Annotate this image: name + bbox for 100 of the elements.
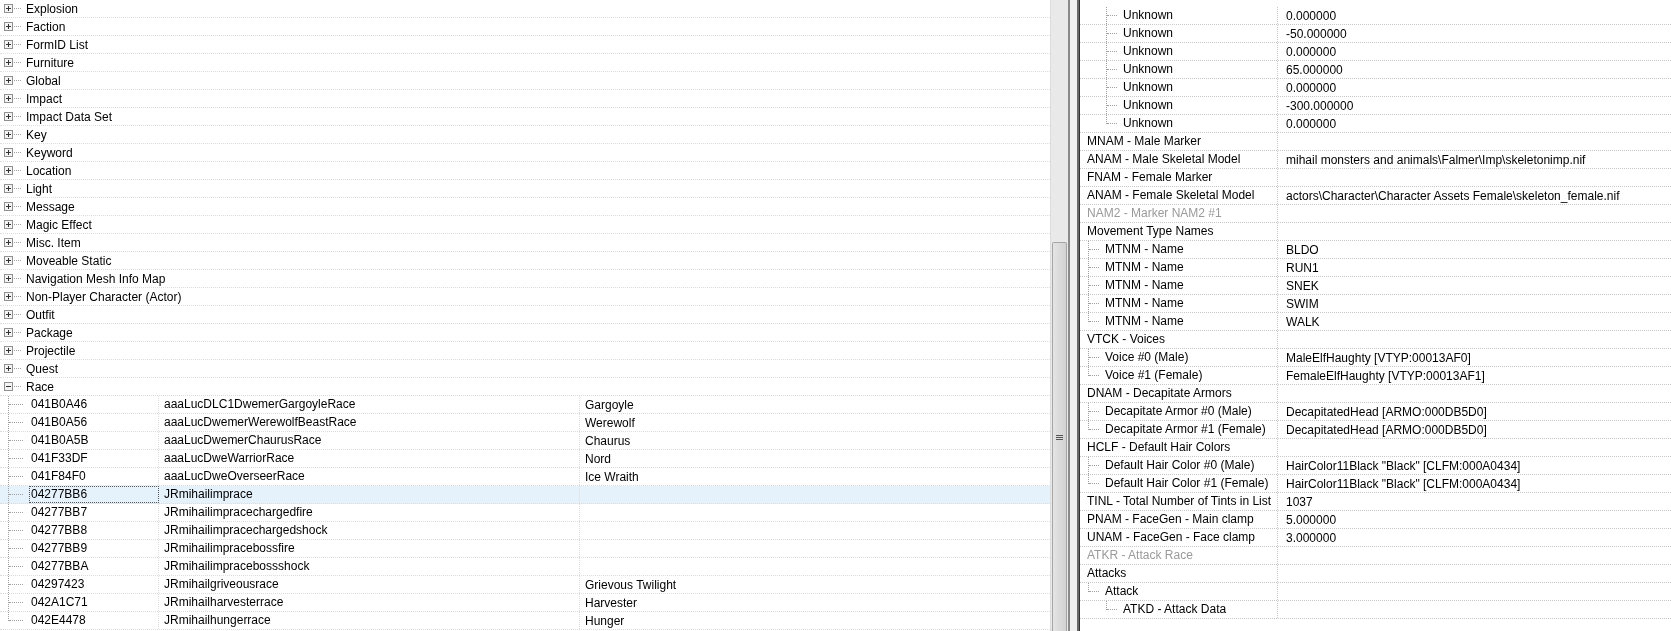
plus-box-icon[interactable] xyxy=(4,184,13,193)
field-label[interactable]: Voice #1 (Female) xyxy=(1105,367,1203,384)
field-label[interactable]: MTNM - Name xyxy=(1105,241,1184,258)
tree-item[interactable]: Projectile xyxy=(26,343,76,358)
field-label[interactable]: Movement Type Names xyxy=(1087,223,1214,240)
field-label[interactable]: Unknown xyxy=(1123,25,1174,42)
plus-box-icon[interactable] xyxy=(4,94,13,103)
field-label[interactable]: DNAM - Decapitate Armors xyxy=(1087,385,1232,402)
field-label[interactable]: Unknown xyxy=(1123,61,1174,78)
name-cell-text: Gargoyle xyxy=(584,397,634,412)
record-row[interactable]: 04277BB9 JRmihailimpracebossfire xyxy=(0,540,1050,558)
tree-item[interactable]: Race xyxy=(26,379,54,394)
plus-box-icon[interactable] xyxy=(4,346,13,355)
field-label[interactable]: Unknown xyxy=(1123,7,1174,24)
tree-item[interactable]: Faction xyxy=(26,19,66,34)
plus-box-icon[interactable] xyxy=(4,202,13,211)
plus-box-icon[interactable] xyxy=(4,76,13,85)
field-label[interactable]: Unknown xyxy=(1123,115,1174,132)
minus-box-icon[interactable] xyxy=(4,382,13,391)
tree-item[interactable]: Key xyxy=(26,127,47,142)
tree-item[interactable]: Furniture xyxy=(26,55,75,70)
tree-item[interactable]: Keyword xyxy=(26,145,73,160)
field-label[interactable]: MNAM - Male Marker xyxy=(1087,133,1201,150)
field-label[interactable]: FNAM - Female Marker xyxy=(1087,169,1213,186)
field-label[interactable]: ANAM - Female Skeletal Model xyxy=(1087,187,1255,204)
field-label[interactable]: Decapitate Armor #0 (Male) xyxy=(1105,403,1252,420)
field-label[interactable]: MTNM - Name xyxy=(1105,277,1184,294)
field-value: DecapitatedHead [ARMO:000DB5D0] xyxy=(1286,404,1487,419)
tree-item[interactable]: Explosion xyxy=(26,1,79,16)
tree-item[interactable]: Moveable Static xyxy=(26,253,112,268)
plus-box-icon[interactable] xyxy=(4,220,13,229)
record-row[interactable]: 04277BB8 JRmihailimpracechargedshock xyxy=(0,522,1050,540)
tree-item[interactable]: FormID List xyxy=(26,37,88,52)
scrollbar-thumb[interactable] xyxy=(1052,242,1067,631)
name-cell-text: Werewolf xyxy=(584,415,635,430)
field-label[interactable]: Decapitate Armor #1 (Female) xyxy=(1105,421,1266,438)
tree-item[interactable]: Impact xyxy=(26,91,62,106)
field-label[interactable]: Attacks xyxy=(1087,565,1127,582)
record-row[interactable]: 04277BB7 JRmihailimpracechargedfire xyxy=(0,504,1050,522)
field-label[interactable]: Attack xyxy=(1105,583,1139,600)
plus-box-icon[interactable] xyxy=(4,292,13,301)
tree-item[interactable]: Quest xyxy=(26,361,58,376)
field-label[interactable]: ANAM - Male Skeletal Model xyxy=(1087,151,1241,168)
field-label[interactable]: MTNM - Name xyxy=(1105,259,1184,276)
record-row[interactable]: 041F33DF aaaLucDweWarriorRace Nord xyxy=(0,450,1050,468)
plus-box-icon[interactable] xyxy=(4,40,13,49)
field-value: SNEK xyxy=(1286,278,1319,293)
plus-box-icon[interactable] xyxy=(4,166,13,175)
plus-box-icon[interactable] xyxy=(4,274,13,283)
record-row[interactable]: 04297423 JRmihailgriveousrace Grievous Twilight xyxy=(0,576,1050,594)
tree-item[interactable]: Outfit xyxy=(26,307,55,322)
tree-item[interactable]: Non-Player Character (Actor) xyxy=(26,289,182,304)
plus-box-icon[interactable] xyxy=(4,22,13,31)
plus-box-icon[interactable] xyxy=(4,310,13,319)
plus-box-icon[interactable] xyxy=(4,58,13,67)
record-row[interactable]: 041B0A46 aaaLucDLC1DwemerGargoyleRace Gargoyle xyxy=(0,396,1050,414)
field-label[interactable]: Unknown xyxy=(1123,43,1174,60)
record-row[interactable]: 04277BBA JRmihailimpracebossshock xyxy=(0,558,1050,576)
tree-item[interactable]: Light xyxy=(26,181,53,196)
grip-icon xyxy=(1056,434,1063,440)
plus-box-icon[interactable] xyxy=(4,148,13,157)
field-label[interactable]: Unknown xyxy=(1123,97,1174,114)
field-label[interactable]: TINL - Total Number of Tints in List xyxy=(1087,493,1272,510)
tree-item[interactable]: Impact Data Set xyxy=(26,109,113,124)
field-label[interactable]: Voice #0 (Male) xyxy=(1105,349,1189,366)
plus-box-icon[interactable] xyxy=(4,130,13,139)
plus-box-icon[interactable] xyxy=(4,364,13,373)
plus-box-icon[interactable] xyxy=(4,328,13,337)
plus-box-icon[interactable] xyxy=(4,112,13,121)
tree-item[interactable]: Location xyxy=(26,163,72,178)
field-label[interactable]: VTCK - Voices xyxy=(1087,331,1166,348)
field-label[interactable]: HCLF - Default Hair Colors xyxy=(1087,439,1231,456)
record-row[interactable]: 042E4478 JRmihailhungerrace Hunger xyxy=(0,612,1050,630)
splitter-handle[interactable] xyxy=(1068,0,1079,631)
field-label[interactable]: MTNM - Name xyxy=(1105,313,1184,330)
tree-item[interactable]: Navigation Mesh Info Map xyxy=(26,271,166,286)
form-id-cell: 04297423 xyxy=(29,576,159,593)
field-value: RUN1 xyxy=(1286,260,1319,275)
tree-item[interactable]: Message xyxy=(26,199,75,214)
plus-box-icon[interactable] xyxy=(4,238,13,247)
record-row[interactable]: 041B0A5B aaaLucDwemerChaurusRace Chaurus xyxy=(0,432,1050,450)
record-row[interactable]: 041B0A56 aaaLucDwemerWerewolfBeastRace Werewolf xyxy=(0,414,1050,432)
tree-item[interactable]: Magic Effect xyxy=(26,217,92,232)
record-row[interactable]: 042A1C71 JRmihailharvesterrace Harvester xyxy=(0,594,1050,612)
field-label[interactable]: Default Hair Color #0 (Male) xyxy=(1105,457,1255,474)
field-label[interactable]: Unknown xyxy=(1123,79,1174,96)
plus-box-icon[interactable] xyxy=(4,4,13,13)
field-label[interactable]: UNAM - FaceGen - Face clamp xyxy=(1087,529,1256,546)
editor-id-cell: aaaLucDwemerWerewolfBeastRace xyxy=(159,414,580,431)
form-id-cell: 04277BB9 xyxy=(29,540,159,557)
tree-item[interactable]: Package xyxy=(26,325,73,340)
plus-box-icon[interactable] xyxy=(4,256,13,265)
field-label[interactable]: MTNM - Name xyxy=(1105,295,1184,312)
field-label[interactable]: PNAM - FaceGen - Main clamp xyxy=(1087,511,1254,528)
field-label[interactable]: Default Hair Color #1 (Female) xyxy=(1105,475,1269,492)
tree-item[interactable]: Global xyxy=(26,73,61,88)
field-value: BLDO xyxy=(1286,242,1319,257)
tree-item[interactable]: Misc. Item xyxy=(26,235,81,250)
field-label[interactable]: ATKD - Attack Data xyxy=(1123,601,1227,618)
record-row[interactable]: 04277BB6 JRmihailimprace xyxy=(0,486,1050,504)
